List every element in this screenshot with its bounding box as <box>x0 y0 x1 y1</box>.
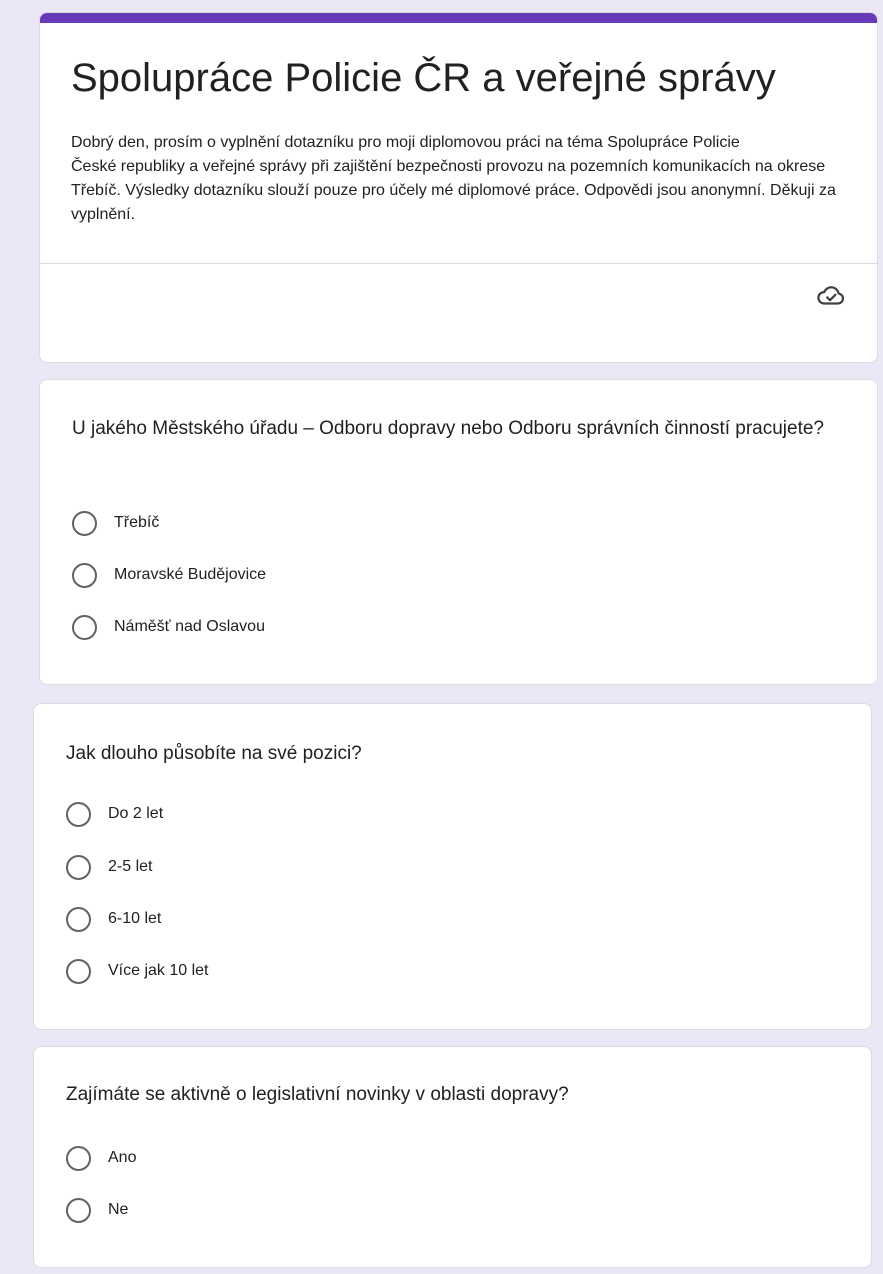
question-title: Jak dlouho působíte na své pozici? <box>66 743 362 764</box>
option-label: Náměšť nad Oslavou <box>114 618 265 635</box>
option-label: Ano <box>108 1149 137 1166</box>
radio-option[interactable]: Do 2 let <box>66 801 163 827</box>
radio-button[interactable] <box>66 958 91 984</box>
question-title: U jakého Městského úřadu – Odboru doprav… <box>72 418 825 439</box>
radio-button[interactable] <box>72 562 97 588</box>
radio-button[interactable] <box>66 801 91 827</box>
form-description-line: České republiky a veřejné správy při zaj… <box>71 158 836 223</box>
radio-button[interactable] <box>66 906 91 932</box>
header-divider <box>40 263 877 264</box>
option-label: Moravské Budějovice <box>114 566 267 583</box>
radio-button[interactable] <box>66 854 91 880</box>
radio-option[interactable]: Třebíč <box>72 510 159 536</box>
question-card: Jak dlouho působíte na své pozici? Do 2 … <box>33 703 872 1030</box>
form-description-line: Dobrý den, prosím o vyplnění dotazníku p… <box>71 134 740 151</box>
radio-option[interactable]: Náměšť nad Oslavou <box>72 614 265 640</box>
radio-option[interactable]: Ano <box>66 1145 136 1171</box>
radio-button[interactable] <box>66 1145 91 1171</box>
form-description: Dobrý den, prosím o vyplnění dotazníku p… <box>71 131 851 227</box>
option-label: Ne <box>108 1201 129 1218</box>
form-page: Spolupráce Policie ČR a veřejné správy D… <box>0 0 883 1274</box>
question-card: U jakého Městského úřadu – Odboru doprav… <box>39 379 878 685</box>
form-title: Spolupráce Policie ČR a veřejné správy <box>71 56 776 100</box>
radio-option[interactable]: 2-5 let <box>66 854 152 880</box>
option-label: Do 2 let <box>108 805 164 822</box>
form-header-card: Spolupráce Policie ČR a veřejné správy D… <box>39 12 878 363</box>
radio-option[interactable]: 6-10 let <box>66 906 161 932</box>
cloud-check-icon <box>817 286 845 305</box>
option-label: 2-5 let <box>108 858 153 875</box>
option-label: Třebíč <box>114 514 160 531</box>
radio-button[interactable] <box>72 614 97 640</box>
radio-button[interactable] <box>72 510 97 536</box>
question-title: Zajímáte se aktivně o legislativní novin… <box>66 1084 569 1105</box>
radio-button[interactable] <box>66 1197 91 1223</box>
question-card: Zajímáte se aktivně o legislativní novin… <box>33 1046 872 1268</box>
radio-option[interactable]: Ne <box>66 1197 128 1223</box>
radio-option[interactable]: Více jak 10 let <box>66 958 209 984</box>
accent-bar <box>40 13 877 23</box>
option-label: Více jak 10 let <box>108 962 209 979</box>
radio-option[interactable]: Moravské Budějovice <box>72 562 266 588</box>
option-label: 6-10 let <box>108 910 162 927</box>
